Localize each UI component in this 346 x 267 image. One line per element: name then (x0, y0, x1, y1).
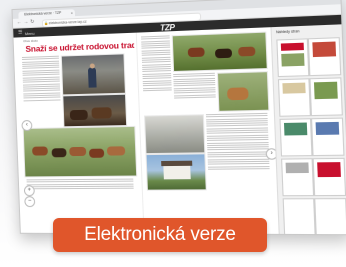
hamburger-icon[interactable]: ☰ (18, 29, 23, 35)
back-icon[interactable]: ← (17, 20, 22, 26)
zoom-out-button[interactable]: − (24, 196, 36, 208)
sidebar-title: Náhledy stran (275, 29, 300, 35)
magazine-viewer: Chov skotu Snaží se udržet rodovou tradi… (13, 24, 346, 236)
url-text: elektronicka-verze.tzp.cz (48, 19, 87, 25)
lock-icon: 🔒 (43, 20, 49, 25)
page-thumbnail[interactable] (276, 38, 310, 78)
text-column (21, 55, 61, 103)
page-thumbnail[interactable] (279, 118, 313, 157)
page-thumbnail[interactable] (307, 37, 342, 77)
page-thumbnail[interactable] (277, 78, 311, 117)
electronic-version-badge[interactable]: Elektronická verze (53, 218, 267, 252)
page-thumbnail[interactable] (311, 117, 345, 157)
menu-label[interactable]: Menu (25, 30, 35, 35)
prev-page-button[interactable]: ‹ (21, 119, 33, 132)
forward-icon[interactable]: → (23, 19, 28, 25)
zoom-in-button[interactable]: + (23, 185, 35, 197)
text-column (205, 112, 270, 171)
text-column (173, 72, 216, 100)
manor-photo (145, 153, 207, 191)
reload-icon[interactable]: ↻ (30, 19, 34, 25)
page-thumbnail[interactable] (312, 157, 346, 197)
tab-title: Elektronická verze · TZP (24, 10, 62, 17)
page-thumbnail[interactable] (314, 198, 346, 236)
barn-photo (60, 53, 126, 96)
herd-photo (22, 125, 138, 178)
stable-interior-photo (144, 114, 206, 155)
cattle-stall-photo (62, 93, 128, 128)
thumbnail-sidebar: Náhledy stran (270, 24, 346, 236)
text-block (26, 178, 134, 191)
page-thumbnail[interactable] (282, 198, 316, 236)
page-left: Chov skotu Snaží se udržet rodovou tradi… (17, 32, 142, 234)
page-thumbnail[interactable] (281, 158, 315, 197)
cattle-photo (216, 71, 270, 112)
page-thumbnail[interactable] (309, 77, 343, 117)
browser-window: Elektronická verze · TZP × ← → ↻ 🔒 elekt… (11, 0, 346, 236)
pasture-photo (171, 31, 268, 73)
page-right (135, 27, 277, 234)
text-column (140, 35, 172, 92)
